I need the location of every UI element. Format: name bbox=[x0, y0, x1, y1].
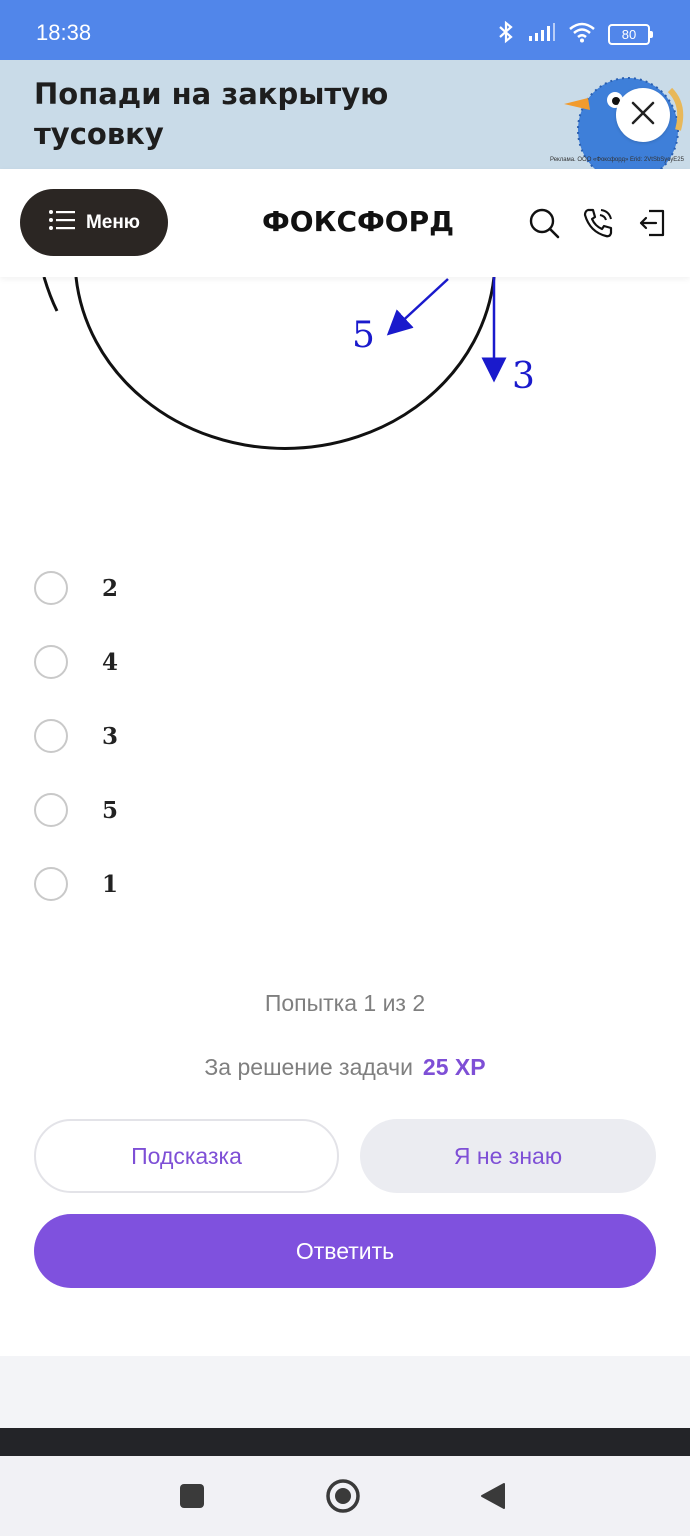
back-icon[interactable] bbox=[480, 1482, 506, 1514]
phone-icon[interactable] bbox=[582, 207, 614, 243]
list-icon bbox=[48, 209, 76, 237]
radio-button[interactable] bbox=[34, 645, 68, 679]
signal-icon bbox=[528, 22, 556, 46]
home-icon[interactable] bbox=[325, 1478, 361, 1518]
arrow-5 bbox=[386, 278, 449, 336]
answer-option[interactable]: 4 bbox=[34, 644, 118, 680]
login-icon[interactable] bbox=[637, 207, 667, 243]
system-nav-bar bbox=[0, 1456, 690, 1536]
reward-text: За решение задачи bbox=[204, 1054, 413, 1080]
ad-close-button[interactable] bbox=[616, 88, 670, 142]
menu-label: Меню bbox=[85, 211, 141, 233]
option-label: 1 bbox=[102, 870, 119, 898]
ad-title: Попади на закрытую тусовку bbox=[34, 77, 389, 151]
site-header: Меню ФОКСФОРД bbox=[0, 169, 690, 277]
main-circle bbox=[74, 277, 496, 450]
answer-option[interactable]: 5 bbox=[34, 792, 118, 828]
arrow-label-3: 3 bbox=[512, 356, 535, 397]
attempt-counter: Попытка 1 из 2 bbox=[264, 990, 426, 1016]
option-label: 2 bbox=[102, 574, 119, 602]
option-label: 3 bbox=[102, 722, 119, 750]
outer-arc bbox=[42, 277, 59, 312]
option-label: 5 bbox=[102, 796, 119, 824]
answer-option[interactable]: 3 bbox=[34, 718, 118, 754]
search-icon[interactable] bbox=[528, 207, 560, 243]
reward-line: За решение задачи 25 XP bbox=[0, 1054, 690, 1081]
ad-banner[interactable]: Попади на закрытую тусовку Реклама. ООО … bbox=[0, 60, 690, 169]
answer-option[interactable]: 1 bbox=[34, 866, 118, 902]
ad-legal-text: Реклама. ООО «Фоксфорд» Erid: 2VtSbSycyE… bbox=[549, 157, 684, 163]
dont-know-button[interactable]: Я не знаю bbox=[360, 1119, 656, 1193]
hint-button[interactable]: Подсказка bbox=[34, 1119, 339, 1193]
reward-xp: 25 XP bbox=[422, 1054, 486, 1080]
option-label: 4 bbox=[102, 648, 119, 676]
foxford-logo[interactable]: ФОКСФОРД bbox=[262, 205, 454, 238]
radio-button[interactable] bbox=[34, 793, 68, 827]
close-icon bbox=[630, 100, 656, 130]
menu-button[interactable]: Меню bbox=[20, 189, 168, 256]
radio-button[interactable] bbox=[34, 719, 68, 753]
recents-icon[interactable] bbox=[179, 1483, 205, 1513]
status-bar: 18:38 80 bbox=[0, 0, 690, 60]
bluetooth-icon bbox=[496, 20, 516, 48]
status-time: 18:38 bbox=[36, 20, 92, 45]
circle-diagram: 5 3 bbox=[42, 277, 535, 450]
status-icons: 80 bbox=[496, 20, 653, 48]
battery-indicator: 80 bbox=[608, 23, 653, 45]
radio-button[interactable] bbox=[34, 571, 68, 605]
page-footer-spacer bbox=[0, 1356, 690, 1428]
answer-button[interactable]: Ответить bbox=[34, 1214, 656, 1288]
answer-option[interactable]: 2 bbox=[34, 570, 118, 606]
dark-footer bbox=[0, 1428, 690, 1456]
wifi-icon bbox=[568, 21, 596, 47]
radio-button[interactable] bbox=[34, 867, 68, 901]
arrow-label-5: 5 bbox=[352, 315, 375, 356]
